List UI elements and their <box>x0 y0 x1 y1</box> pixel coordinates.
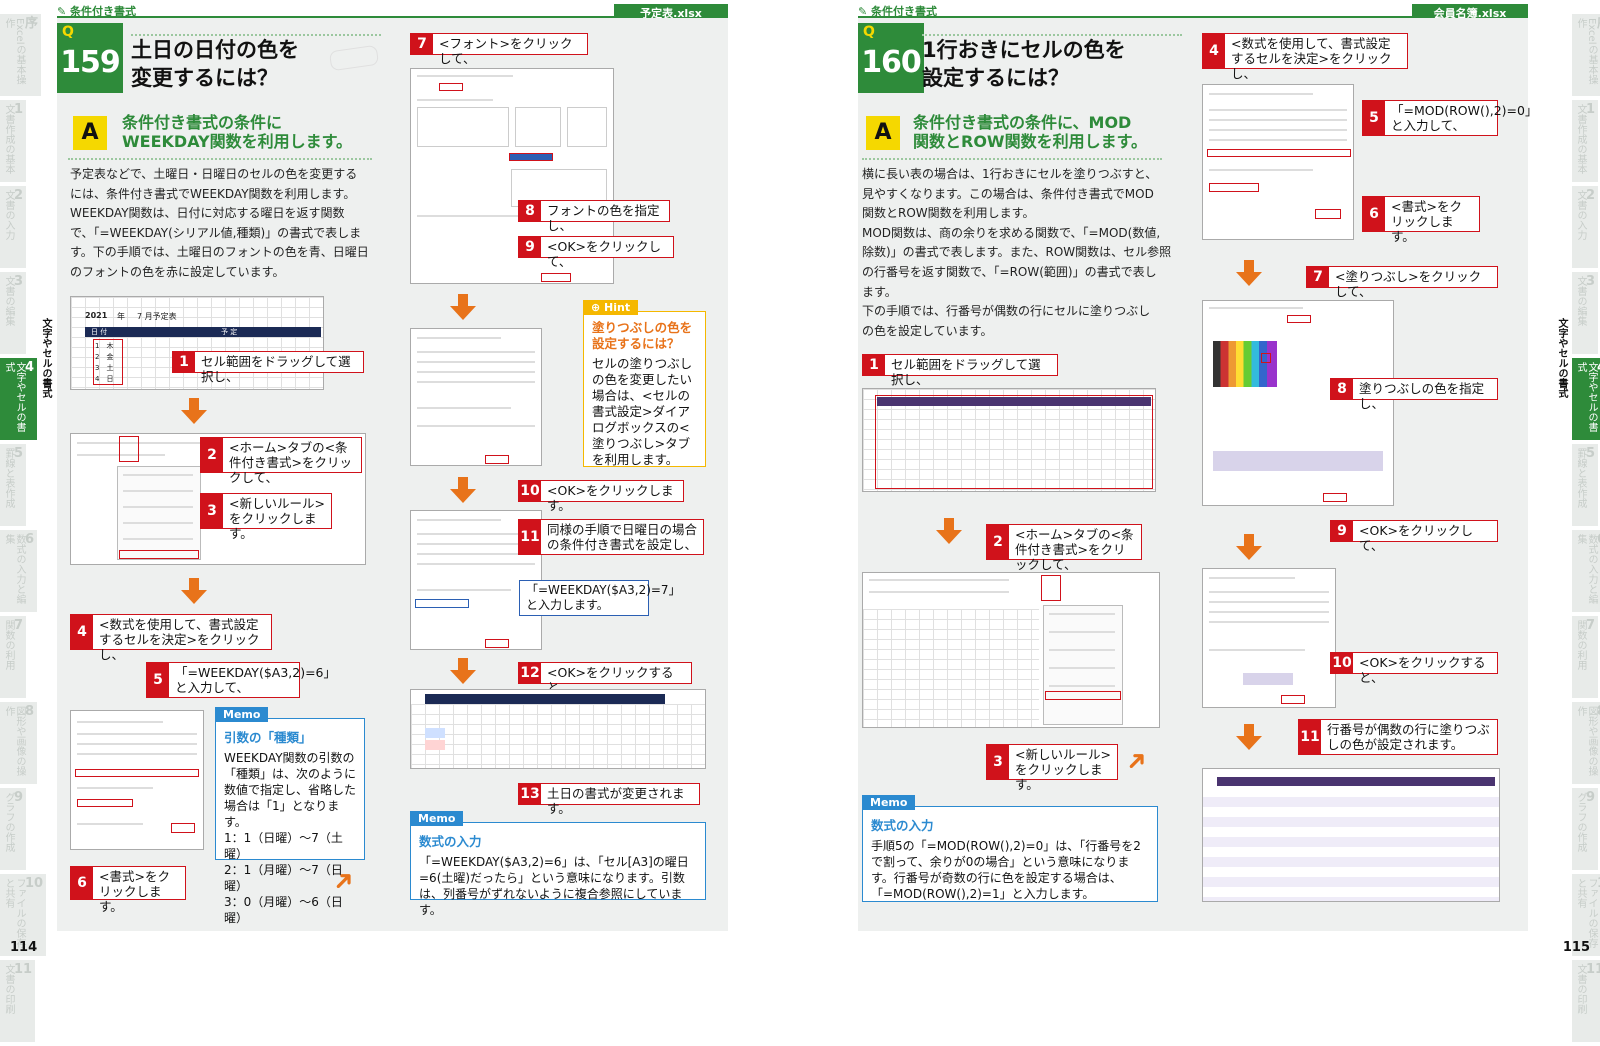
step-1: 1 セル範囲をドラッグして選択し、 <box>172 351 364 384</box>
step-12: 12 <OK>をクリックすると、 <box>518 662 692 695</box>
divider <box>131 34 381 36</box>
step-4: 4 <数式を使用して、書式設定するセルを決定>をクリックし、 <box>1202 33 1408 81</box>
ribbon-menu-screenshot <box>862 572 1160 728</box>
chapter-tabs-left: 序 Excelの基本操作 1 文書作成の基本 2 文書の入力 3 文書の編集 4 文字やセルの書式… <box>0 14 47 1046</box>
down-arrow <box>1236 724 1262 750</box>
intro-text: 予定表などで、土曜日・日曜日のセルの色を変更する には、条件付き書式でWEEKD… <box>70 167 369 279</box>
down-arrow <box>181 398 207 424</box>
memo-box-type: Memo 引数の「種類」 WEEKDAY関数の引数の「種類」は、次のように数値で… <box>215 707 365 925</box>
chapter-tab-6[interactable]: 6数式の入力と編集 <box>1572 530 1600 612</box>
step-7: 7 <塗りつぶし>をクリックして、 <box>1306 266 1498 299</box>
right-page: 序Excelの基本操作 1文書作成の基本 2文書の入力 3文書の編集 4文字やセルの書式… <box>800 0 1600 1042</box>
answer-badge: A <box>73 116 107 150</box>
spreadsheet-screenshot: 2021 年 7 月予定表 日 付 予 定 1 木 2 金 3 土 4 日 <box>70 296 324 390</box>
chapter-tab-序[interactable]: 序Excelの基本操作 <box>0 14 42 96</box>
step-8: 8 塗りつぶしの色を指定し、 <box>1330 378 1498 411</box>
question-title: 土日の日付の色を 変更するには？ <box>131 38 299 90</box>
chapter-tab-11[interactable]: 11 文書の印刷 <box>0 960 36 1042</box>
chapter-tab-序[interactable]: 序Excelの基本操作 <box>1572 14 1600 96</box>
weekday-sunday-note: 「=WEEKDAY($A3,2)=7」と入力します。 <box>519 580 681 616</box>
step-3: 3 <新しいルール>をクリックします。 <box>986 744 1118 792</box>
chapter-tab-1[interactable]: 1 文書作成の基本 <box>0 100 27 182</box>
left-page: 序 Excelの基本操作 1 文書作成の基本 2 文書の入力 3 文書の編集 4 文字やセルの書式… <box>0 0 800 1042</box>
active-chapter-label: 文字やセルの書式 <box>40 318 51 398</box>
step-6: 6 <書式>をクリックします。 <box>1362 196 1480 244</box>
new-rule-dialog-screenshot <box>1202 84 1354 240</box>
rule-dialog-screenshot <box>1202 568 1336 708</box>
chapter-tab-2[interactable]: 2 文書の入力 <box>0 186 27 268</box>
chapter-tabs-right: 序Excelの基本操作 1文書作成の基本 2文書の入力 3文書の編集 4文字やセルの書式… <box>1572 14 1600 1046</box>
chapter-tab-9[interactable]: 9 グラフの作成 <box>0 788 27 870</box>
chapter-tab-6[interactable]: 6数式の入力と編集 <box>0 530 38 612</box>
step-13: 13 土日の書式が変更されます。 <box>518 783 700 816</box>
chapter-tab-4[interactable]: 4文字やセルの書式 <box>1572 358 1600 440</box>
down-arrow <box>1236 260 1262 286</box>
question-title: 1行おきにセルの色を 設定するには？ <box>922 38 1126 90</box>
page-number: 114 <box>10 940 38 955</box>
chapter-tab-8[interactable]: 8図形や画像の操作 <box>1572 702 1600 784</box>
chapter-tab-5[interactable]: 5 罫線と表作成 <box>0 444 27 526</box>
down-arrow <box>181 578 207 604</box>
step-4: 4 <数式を使用して、書式設定するセルを決定>をクリックし、 <box>70 614 272 662</box>
answer-title: 条件付き書式の条件に WEEKDAY関数を利用します。 <box>122 113 353 151</box>
chapter-tab-1[interactable]: 1 文書作成の基本 <box>1572 100 1599 182</box>
step-8: 8 フォントの色を指定し、 <box>518 200 670 233</box>
step-2: 2 <ホーム>タブの<条件付き書式>をクリックして、 <box>200 437 362 485</box>
memo-box-formula: Memo 数式の入力 手順5の「=MOD(ROW(),2)=0」は、「行番号を2… <box>862 795 1158 902</box>
section-header: ✎ 条件付き書式 <box>57 5 137 18</box>
divider <box>922 34 1182 36</box>
question-badge: Q 159 <box>57 23 123 93</box>
step-5: 5 「=MOD(ROW(),2)=0」と入力して、 <box>1362 100 1537 136</box>
down-arrow <box>1236 534 1262 560</box>
divider <box>862 158 1162 160</box>
step-9: 9 <OK>をクリックして、 <box>1330 520 1498 553</box>
chapter-tab-11[interactable]: 11 文書の印刷 <box>1572 960 1600 1042</box>
step-11: 11 行番号が偶数の行に塗りつぶしの色が設定されます。 <box>1298 719 1498 755</box>
step-11: 11 同様の手順で日曜日の場合の条件付き書式を設定し、 <box>518 519 704 555</box>
chapter-tab-9[interactable]: 9 グラフの作成 <box>1572 788 1599 870</box>
step-5: 5 「=WEEKDAY($A3,2)=6」と入力して、 <box>146 662 336 698</box>
step-1: 1 セル範囲をドラッグして選択し、 <box>862 354 1058 387</box>
chapter-tab-4[interactable]: 4文字やセルの書式 <box>0 358 38 440</box>
step-6: 6 <書式>をクリックします。 <box>70 866 186 914</box>
down-arrow <box>450 477 476 503</box>
result-spreadsheet-screenshot <box>410 689 706 769</box>
step-3: 3 <新しいルール>をクリックします。 <box>200 493 332 541</box>
memo-box-formula: Memo 数式の入力 「=WEEKDAY($A3,2)=6」は、「セル[A3]の… <box>410 811 706 917</box>
step-10: 10 <OK>をクリックすると、 <box>1330 652 1498 685</box>
step-7: 7 <フォント>をクリックして、 <box>410 33 588 66</box>
chapter-tab-3[interactable]: 3 文書の編集 <box>0 272 27 354</box>
down-arrow <box>450 658 476 684</box>
divider <box>68 158 372 160</box>
new-rule-dialog-screenshot <box>70 710 204 850</box>
rule-dialog-screenshot <box>410 328 542 466</box>
step-2: 2 <ホーム>タブの<条件付き書式>をクリックして、 <box>986 524 1142 572</box>
down-arrow <box>936 518 962 544</box>
down-arrow <box>450 294 476 320</box>
answer-title: 条件付き書式の条件に、MOD 関数とROW関数を利用します。 <box>913 113 1147 151</box>
intro-text: 横に長い表の場合は、1行おきにセルを塗りつぶすと、 見やすくなります。この場合は、… <box>862 167 1172 338</box>
hint-box: ⊕ Hint 塗りつぶしの色を設定するには？ セルの塗りつぶしの色を変更したい場… <box>583 300 706 467</box>
step-10: 10 <OK>をクリックします。 <box>518 480 684 513</box>
file-name: 予定表.xlsx <box>614 4 728 20</box>
page-number: 115 <box>1562 940 1590 955</box>
file-name: 会員名簿.xlsx <box>1412 4 1528 20</box>
active-chapter-label: 文字やセルの書式 <box>1556 318 1567 398</box>
answer-badge: A <box>866 116 900 150</box>
chapter-tab-3[interactable]: 3 文書の編集 <box>1572 272 1599 354</box>
section-header: ✎ 条件付き書式 <box>858 5 938 18</box>
chapter-tab-8[interactable]: 8図形や画像の操作 <box>0 702 38 784</box>
result-table-screenshot <box>1202 768 1500 902</box>
question-badge: Q 160 <box>858 23 924 93</box>
member-table-screenshot <box>862 388 1156 492</box>
chapter-tab-2[interactable]: 2 文書の入力 <box>1572 186 1599 268</box>
step-9: 9 <OK>をクリックして、 <box>518 236 674 269</box>
chapter-tab-7[interactable]: 7 関数の利用 <box>0 616 27 698</box>
chapter-tab-7[interactable]: 7 関数の利用 <box>1572 616 1599 698</box>
chapter-tab-5[interactable]: 5 罫線と表作成 <box>1572 444 1599 526</box>
